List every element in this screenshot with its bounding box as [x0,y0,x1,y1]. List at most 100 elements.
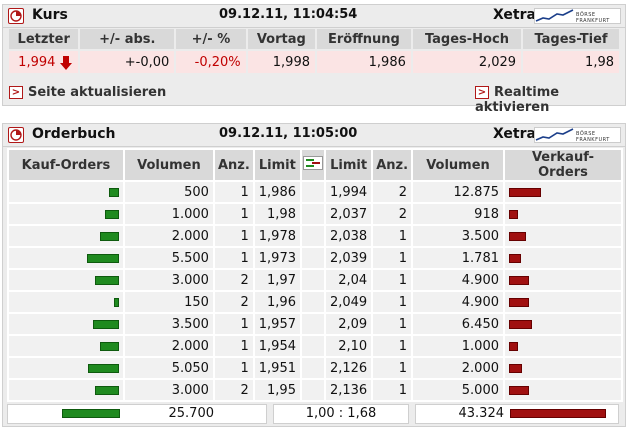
boerse-frankfurt-logo: BÖRSE FRANKFURT [534,127,621,143]
ask-volume-bar [509,187,541,197]
spacer-cell [301,182,324,202]
orderbook-row: 5.500 1 1,973 2,039 1 1.781 [9,248,621,268]
ask-volume-bar [509,209,518,219]
ask-volume: 3.500 [413,226,503,246]
eroeffnung-value: 1,986 [317,51,411,73]
ask-volume: 4.900 [413,270,503,290]
ask-bar-cell [505,336,621,356]
total-bid-box: 25.700 [7,404,267,424]
ask-volume: 12.875 [413,182,503,202]
ask-count: 1 [373,270,412,290]
ask-count: 1 [373,314,412,334]
orderbuch-header: Orderbuch 09.12.11, 11:05:00 Xetra BÖRSE… [3,124,625,147]
bid-count: 1 [214,358,253,378]
arrow-right-icon: > [9,86,23,99]
ask-volume: 918 [413,204,503,224]
bid-limit: 1,97 [254,270,300,290]
ask-volume-bar [509,341,518,351]
orderbook-row: 3.000 2 1,97 2,04 1 4.900 [9,270,621,290]
bid-volume: 5.050 [124,358,213,378]
col-vortag: Vortag [247,29,315,49]
abs-value: +-0,00 [80,51,175,73]
orderbook-body: 500 1 1,986 1,994 2 12.875 1.000 1 1,98 2,037 2 918… [9,182,621,400]
bid-volume-bar [113,297,119,307]
col-volumen-bid: Volumen [124,150,213,180]
orderbook-header-row: Kauf-Orders Volumen Anz. Limit Limit Anz… [9,150,621,180]
orderbuch-timestamp: 09.12.11, 11:05:00 [219,126,358,141]
arrow-right-icon: > [475,86,489,99]
ask-limit: 2,04 [325,270,372,290]
refresh-link[interactable]: > Seite aktualisieren [9,85,166,103]
bid-volume-bar [99,231,119,241]
ask-count: 1 [373,358,412,378]
col-eroeffnung: Eröffnung [317,29,411,49]
ask-bar-cell [505,292,621,312]
col-hoch: Tages-Hoch [412,29,522,49]
orderbook-row: 3.500 1 1,957 2,09 1 6.450 [9,314,621,334]
bid-count: 2 [214,292,253,312]
bid-count: 1 [214,204,253,224]
ask-limit: 2,037 [325,204,372,224]
bid-volume-bar [87,363,119,373]
col-letzter: Letzter [9,29,79,49]
total-ask-bar [510,409,606,418]
bid-volume: 1.000 [124,204,213,224]
col-limit-ask: Limit [325,150,372,180]
ask-volume-bar [509,363,522,373]
bid-bar-cell [9,358,123,378]
orderbook-row: 150 2 1,96 2,049 1 4.900 [9,292,621,312]
bid-volume-bar [92,319,119,329]
bid-count: 1 [214,182,253,202]
ask-volume-bar [509,385,529,395]
kurs-value-row: 1,994 +-0,00 -0,20% 1,998 1,986 2,029 1,… [9,51,619,73]
bid-bar-cell [9,226,123,246]
col-volumen-ask: Volumen [413,150,503,180]
ask-count: 1 [373,336,412,356]
bid-volume-bar [94,385,119,395]
bid-volume-bar [108,187,119,197]
total-bid-bar [62,409,120,418]
ask-volume: 5.000 [413,380,503,400]
hoch-value: 2,029 [412,51,522,73]
logo-text: BÖRSE FRANKFURT [576,12,610,24]
bid-limit: 1,98 [254,204,300,224]
letzter-value: 1,994 [18,54,56,70]
spacer-cell [301,336,324,356]
ask-bar-cell [505,226,621,246]
bid-volume-bar [86,253,119,263]
ask-volume-bar [509,275,529,285]
ask-limit: 2,039 [325,248,372,268]
bid-volume: 3.000 [124,270,213,290]
bid-volume: 500 [124,182,213,202]
bid-bar-cell [9,182,123,202]
bid-volume-bar [94,275,119,285]
bid-count: 1 [214,248,253,268]
spacer-cell [301,314,324,334]
total-ask-box: 43.324 [415,404,619,424]
bid-volume: 3.500 [124,314,213,334]
ask-volume: 6.450 [413,314,503,334]
bid-bar-cell [9,270,123,290]
ask-bar-cell [505,182,621,202]
bid-limit: 1,957 [254,314,300,334]
kurs-exchange: Xetra [493,7,536,23]
ask-bar-cell [505,204,621,224]
arrow-down-icon [60,55,73,70]
spacer-cell [301,226,324,246]
ask-count: 1 [373,380,412,400]
ask-volume: 1.000 [413,336,503,356]
ask-limit: 2,049 [325,292,372,312]
realtime-link[interactable]: > Realtime aktivieren [475,85,625,115]
bid-bar-cell [9,314,123,334]
ask-limit: 1,994 [325,182,372,202]
toggle-icon [302,156,323,174]
ask-count: 2 [373,204,412,224]
ask-volume-bar [509,253,521,263]
orderbook-toggle-button[interactable] [301,150,324,180]
spacer-cell [301,358,324,378]
bid-count: 1 [214,226,253,246]
ask-limit: 2,136 [325,380,372,400]
ask-count: 1 [373,226,412,246]
col-pct: +/- % [176,29,246,49]
ask-volume: 1.781 [413,248,503,268]
